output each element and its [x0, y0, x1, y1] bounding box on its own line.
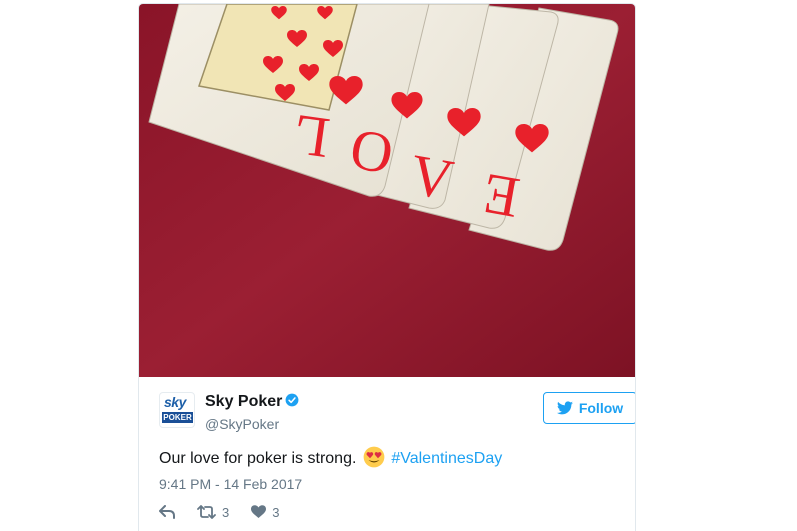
- avatar-logo-subtext: POKER: [162, 412, 193, 423]
- tweet-text-body: Our love for poker is strong.: [159, 450, 357, 467]
- follow-button-label: Follow: [578, 400, 624, 416]
- author-block: Sky Poker @SkyPoker: [205, 392, 299, 434]
- tweet-text: Our love for poker is strong. #Valentine…: [159, 446, 619, 471]
- retweet-count: 3: [222, 504, 230, 520]
- tweet-timestamp[interactable]: 9:41 PM - 14 Feb 2017: [159, 474, 302, 494]
- embedded-tweet: L O V E sky POKER Sky Poker @SkyPoker Fo…: [138, 3, 636, 531]
- heart-eyes-emoji-icon: [363, 446, 385, 468]
- tweet-actions: 3 3: [159, 502, 301, 522]
- author-name-row[interactable]: Sky Poker: [205, 392, 299, 412]
- tweet-photo[interactable]: L O V E: [139, 4, 635, 377]
- retweet-button[interactable]: 3: [197, 505, 229, 520]
- display-name[interactable]: Sky Poker: [205, 393, 282, 410]
- follow-button[interactable]: Follow: [543, 392, 635, 424]
- playing-cards-photo: L O V E: [139, 4, 635, 377]
- verified-badge-icon: [285, 393, 299, 407]
- avatar[interactable]: sky POKER: [159, 392, 195, 428]
- tweet-header: sky POKER Sky Poker @SkyPoker Follow: [159, 392, 635, 436]
- heart-icon: [251, 505, 267, 518]
- like-count: 3: [272, 504, 280, 520]
- author-handle[interactable]: @SkyPoker: [205, 414, 299, 434]
- retweet-icon: [197, 505, 216, 519]
- reply-button[interactable]: [159, 505, 175, 519]
- avatar-logo-text: sky: [164, 394, 186, 410]
- like-button[interactable]: 3: [251, 505, 279, 520]
- twitter-bird-icon: [556, 401, 573, 415]
- reply-icon: [159, 505, 175, 519]
- hashtag-link[interactable]: #ValentinesDay: [391, 450, 502, 467]
